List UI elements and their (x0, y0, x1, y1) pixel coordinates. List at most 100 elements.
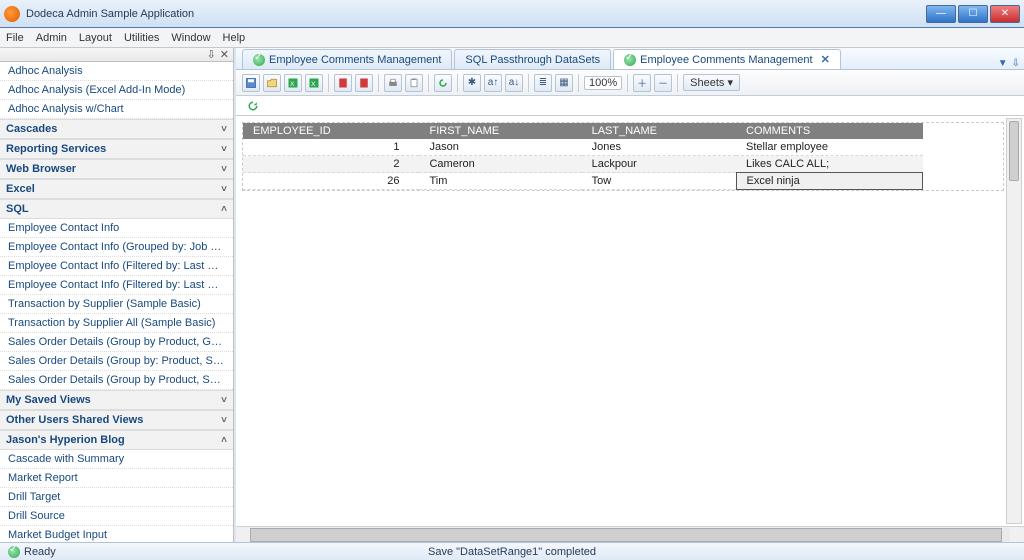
pdf2-icon[interactable] (355, 74, 373, 92)
excel-export-icon[interactable]: X (284, 74, 302, 92)
sidebar-category-label: Web Browser (6, 163, 76, 175)
vertical-scrollbar[interactable] (1006, 118, 1022, 524)
data-grid[interactable]: EMPLOYEE_IDFIRST_NAMELAST_NAMECOMMENTS1J… (242, 122, 1004, 191)
sidebar-category[interactable]: Cascades˅ (0, 119, 233, 139)
column-header[interactable]: FIRST_NAME (419, 123, 581, 139)
cell[interactable]: Tow (582, 173, 736, 190)
menu-help[interactable]: Help (223, 32, 246, 44)
menu-file[interactable]: File (6, 32, 24, 44)
menu-admin[interactable]: Admin (36, 32, 67, 44)
table-row[interactable]: 26TimTowExcel ninja (243, 173, 923, 190)
cell[interactable]: Jason (419, 139, 581, 156)
pin-icon[interactable]: ⇩ (207, 48, 216, 61)
zoom-out-icon[interactable]: － (654, 74, 672, 92)
excel-export2-icon[interactable]: X (305, 74, 323, 92)
cell[interactable]: 2 (243, 156, 419, 173)
sidebar-item[interactable]: Employee Contact Info (0, 219, 233, 238)
menu-utilities[interactable]: Utilities (124, 32, 159, 44)
cell[interactable]: Stellar employee (736, 139, 923, 156)
sidebar-category[interactable]: Jason's Hyperion Blog˄ (0, 430, 233, 450)
sidebar-close-icon[interactable]: ✕ (220, 48, 229, 61)
close-button[interactable]: ✕ (990, 5, 1020, 23)
clipboard-icon[interactable] (405, 74, 423, 92)
tab[interactable]: Employee Comments Management (242, 49, 452, 69)
zoom-level[interactable]: 100% (584, 76, 622, 90)
sidebar-item[interactable]: Market Budget Input (0, 526, 233, 542)
sidebar-category[interactable]: Other Users Shared Views ˅ (0, 410, 233, 430)
print-icon[interactable] (384, 74, 402, 92)
tab[interactable]: Employee Comments Management ✕ (613, 49, 841, 69)
sidebar-category[interactable]: Reporting Services˅ (0, 139, 233, 159)
sidebar-category[interactable]: SQL˄ (0, 199, 233, 219)
cell[interactable]: Cameron (419, 156, 581, 173)
refresh-small-icon[interactable] (244, 97, 262, 115)
sidebar-item[interactable]: Cascade with Summary (0, 450, 233, 469)
app-icon (4, 6, 20, 22)
tab-label: Employee Comments Management (640, 54, 812, 66)
freeze-icon[interactable]: ✱ (463, 74, 481, 92)
sheets-dropdown[interactable]: Sheets ▾ (683, 74, 740, 91)
refresh-icon[interactable] (434, 74, 452, 92)
sort-desc-icon[interactable]: a↓ (505, 74, 523, 92)
cell[interactable]: Excel ninja (736, 173, 923, 190)
sidebar-item[interactable]: Transaction by Supplier (Sample Basic) (0, 295, 233, 314)
open-icon[interactable] (263, 74, 281, 92)
check-icon (624, 54, 636, 66)
sidebar-item[interactable]: Adhoc Analysis (Excel Add-In Mode) (0, 81, 233, 100)
window-buttons: — ☐ ✕ (924, 5, 1020, 23)
sidebar-item[interactable]: Sales Order Details (Group by Product, G… (0, 333, 233, 352)
table-row[interactable]: 1JasonJonesStellar employee (243, 139, 923, 156)
cell[interactable]: Tim (419, 173, 581, 190)
chevron-down-icon: ˅ (221, 184, 227, 195)
titlebar: Dodeca Admin Sample Application — ☐ ✕ (0, 0, 1024, 28)
toolbar-secondary (236, 96, 1024, 116)
document-area: EMPLOYEE_IDFIRST_NAMELAST_NAMECOMMENTS1J… (236, 116, 1024, 526)
cell[interactable]: Lackpour (582, 156, 736, 173)
sidebar-category[interactable]: My Saved Views˅ (0, 390, 233, 410)
sidebar-category-label: Other Users Shared Views (6, 414, 143, 426)
sort-asc-icon[interactable]: a↑ (484, 74, 502, 92)
zoom-in-icon[interactable]: ＋ (633, 74, 651, 92)
pdf-icon[interactable] (334, 74, 352, 92)
cell[interactable]: 26 (243, 173, 419, 190)
menu-layout[interactable]: Layout (79, 32, 112, 44)
sidebar-item[interactable]: Sales Order Details (Group by Product, S… (0, 371, 233, 390)
sidebar: ⇩ ✕ Adhoc AnalysisAdhoc Analysis (Excel … (0, 48, 234, 542)
tab-dropdown-icon[interactable]: ▼ (998, 58, 1008, 69)
grouping-icon[interactable]: ≣ (534, 74, 552, 92)
minimize-button[interactable]: — (926, 5, 956, 23)
tab[interactable]: SQL Passthrough DataSets (454, 49, 611, 69)
sidebar-item[interactable]: Employee Contact Info (Filtered by: Last… (0, 257, 233, 276)
toolbar: X X ✱ a↑ a↓ ≣ ▦ 100% ＋ － Sheets ▾ (236, 70, 1024, 96)
column-header[interactable]: EMPLOYEE_ID (243, 123, 419, 139)
sidebar-item[interactable]: Transaction by Supplier All (Sample Basi… (0, 314, 233, 333)
toolbar-separator (378, 74, 379, 92)
grid-icon[interactable]: ▦ (555, 74, 573, 92)
tab-pin-icon[interactable]: ⇩ (1012, 58, 1020, 69)
sidebar-category[interactable]: Excel˅ (0, 179, 233, 199)
column-header[interactable]: LAST_NAME (582, 123, 736, 139)
sidebar-item[interactable]: Employee Contact Info (Grouped by: Job T… (0, 238, 233, 257)
sidebar-item[interactable]: Employee Contact Info (Filtered by: Last… (0, 276, 233, 295)
chevron-down-icon: ˅ (221, 415, 227, 426)
save-icon[interactable] (242, 74, 260, 92)
sidebar-item[interactable]: Drill Target (0, 488, 233, 507)
toolbar-separator (677, 74, 678, 92)
column-header[interactable]: COMMENTS (736, 123, 923, 139)
menu-window[interactable]: Window (171, 32, 210, 44)
sidebar-item[interactable]: Adhoc Analysis (0, 62, 233, 81)
horizontal-scrollbar[interactable] (236, 526, 1024, 542)
sidebar-item[interactable]: Drill Source (0, 507, 233, 526)
maximize-button[interactable]: ☐ (958, 5, 988, 23)
cell[interactable]: Jones (582, 139, 736, 156)
svg-text:X: X (290, 81, 295, 88)
sidebar-item[interactable]: Adhoc Analysis w/Chart (0, 100, 233, 119)
sidebar-item[interactable]: Market Report (0, 469, 233, 488)
sidebar-category[interactable]: Web Browser˅ (0, 159, 233, 179)
cell[interactable]: 1 (243, 139, 419, 156)
tab-close-icon[interactable]: ✕ (821, 53, 830, 66)
cell[interactable]: Likes CALC ALL; (736, 156, 923, 173)
table-row[interactable]: 2CameronLackpourLikes CALC ALL; (243, 156, 923, 173)
sidebar-item[interactable]: Sales Order Details (Group by: Product, … (0, 352, 233, 371)
content-pane: Employee Comments ManagementSQL Passthro… (234, 48, 1024, 542)
